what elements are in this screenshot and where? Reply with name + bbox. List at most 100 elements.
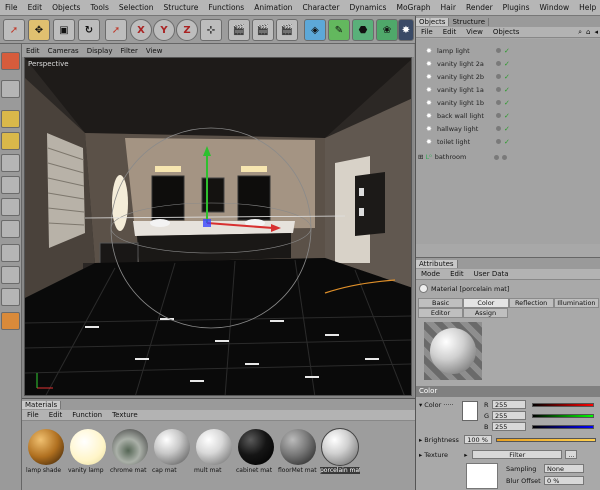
materials-menu-edit[interactable]: Edit	[44, 411, 68, 419]
menu-plugins[interactable]: Plugins	[498, 3, 535, 12]
list-item[interactable]: ✸ vanity light 1a ✓	[418, 84, 599, 96]
use-object-tool-button[interactable]	[1, 80, 20, 98]
rotate-tool-button[interactable]: ↻	[78, 19, 100, 41]
green-slider[interactable]	[532, 413, 594, 418]
menu-animation[interactable]: Animation	[249, 3, 297, 12]
list-item[interactable]: ✸ vanity light 1b ✓	[418, 97, 599, 109]
materials-menu-function[interactable]: Function	[67, 411, 107, 419]
attributes-menu-mode[interactable]: Mode	[416, 270, 445, 278]
add-spline-button[interactable]: ✎	[328, 19, 350, 41]
z-axis-button[interactable]: Z	[176, 19, 198, 41]
tab-assign[interactable]: Assign	[463, 308, 508, 318]
use-model-tool-button[interactable]	[1, 52, 20, 70]
blur-offset-field[interactable]: 0 %	[544, 476, 584, 485]
color-swatch[interactable]	[462, 401, 478, 421]
blue-slider[interactable]	[532, 424, 594, 429]
coordinate-system-button[interactable]: ⊹	[200, 19, 222, 41]
brightness-slider[interactable]	[496, 437, 597, 442]
material-preview[interactable]	[424, 322, 482, 380]
red-value-field[interactable]: 255	[492, 400, 526, 409]
menu-mograph[interactable]: MoGraph	[391, 3, 435, 12]
expand-icon[interactable]: ▸	[419, 451, 422, 459]
material-swatch[interactable]	[196, 429, 232, 465]
tab-basic[interactable]: Basic	[418, 298, 464, 308]
add-nurbs-button[interactable]: ⬣	[352, 19, 374, 41]
attributes-menu-userdata[interactable]: User Data	[469, 270, 514, 278]
attributes-menu-edit[interactable]: Edit	[445, 270, 469, 278]
tab-color[interactable]: Color	[463, 298, 509, 308]
list-item[interactable]: ✸ hallway light ✓	[418, 123, 599, 135]
menu-edit[interactable]: Edit	[23, 3, 48, 12]
dropdown-arrow-icon[interactable]: ▸	[464, 451, 470, 459]
material-swatch[interactable]	[154, 429, 190, 465]
material-swatch[interactable]	[70, 429, 106, 465]
menu-render[interactable]: Render	[461, 3, 498, 12]
live-select-tool-button[interactable]: ➚	[3, 19, 25, 41]
objects-menu-edit[interactable]: Edit	[438, 28, 462, 36]
material-swatch[interactable]	[280, 429, 316, 465]
material-swatch[interactable]	[112, 429, 148, 465]
render-settings-button[interactable]: 🎬	[276, 19, 298, 41]
expand-icon[interactable]: ▾	[419, 401, 422, 409]
material-swatch-selected[interactable]	[321, 428, 359, 466]
menu-hair[interactable]: Hair	[436, 3, 461, 12]
render-view-button[interactable]: 🎬	[228, 19, 250, 41]
search-icon[interactable]: ⌕	[576, 28, 584, 37]
add-cube-button[interactable]: ◈	[304, 19, 326, 41]
viewport-menu-filter[interactable]: Filter	[117, 47, 142, 55]
recent-tool-button[interactable]: ➚	[105, 19, 127, 41]
home-icon[interactable]: ⌂	[584, 28, 592, 36]
expand-icon[interactable]: ▸	[419, 436, 422, 444]
y-axis-button[interactable]: Y	[153, 19, 175, 41]
menu-file[interactable]: File	[0, 3, 23, 12]
texture-preview[interactable]	[466, 463, 498, 489]
tab-illumination[interactable]: Illumination	[553, 298, 599, 308]
brightness-value-field[interactable]: 100 %	[464, 435, 493, 444]
list-item[interactable]: ✸ vanity light 2b ✓	[418, 71, 599, 83]
snap-tool-button[interactable]	[1, 244, 20, 262]
scale-tool-button[interactable]: ▣	[53, 19, 75, 41]
menu-functions[interactable]: Functions	[203, 3, 249, 12]
filter-button[interactable]: Filter	[472, 450, 563, 459]
polygons-tool-button[interactable]	[1, 198, 20, 216]
menu-tools[interactable]: Tools	[85, 3, 113, 12]
add-light-button[interactable]: ✸	[398, 19, 414, 41]
move-tool-button[interactable]: ✥	[28, 19, 50, 41]
add-array-button[interactable]: ❀	[376, 19, 398, 41]
list-item[interactable]: ✸ lamp light ✓	[418, 45, 599, 57]
edges-tool-button[interactable]	[1, 176, 20, 194]
objects-menu-objects[interactable]: Objects	[488, 28, 524, 36]
menu-window[interactable]: Window	[535, 3, 575, 12]
sampling-dropdown[interactable]: None	[544, 464, 584, 473]
workplane-tool-button[interactable]	[1, 266, 20, 284]
tab-objects[interactable]: Objects	[416, 17, 450, 26]
viewport-menu-cameras[interactable]: Cameras	[44, 47, 83, 55]
tab-structure[interactable]: Structure	[449, 17, 490, 26]
menu-objects[interactable]: Objects	[47, 3, 85, 12]
material-swatch[interactable]	[238, 429, 274, 465]
list-item[interactable]: ✸ toilet light ✓	[418, 136, 599, 148]
use-texture-tool-button[interactable]	[1, 110, 20, 128]
viewport-menu-view[interactable]: View	[142, 47, 167, 55]
viewport-menu-display[interactable]: Display	[83, 47, 117, 55]
material-swatch[interactable]	[28, 429, 64, 465]
grid-tool-button[interactable]	[1, 288, 20, 306]
perspective-viewport[interactable]: Perspective	[24, 57, 412, 396]
list-item[interactable]: ⊞ L⁰ bathroom	[416, 151, 597, 163]
expand-icon[interactable]: ⊞	[418, 153, 423, 161]
tweak-tool-button[interactable]	[1, 220, 20, 238]
menu-structure[interactable]: Structure	[159, 3, 204, 12]
objects-menu-view[interactable]: View	[461, 28, 488, 36]
tab-reflection[interactable]: Reflection	[508, 298, 554, 308]
back-icon[interactable]: ◂	[592, 28, 600, 36]
menu-dynamics[interactable]: Dynamics	[344, 3, 391, 12]
render-picture-viewer-button[interactable]: 🎬	[252, 19, 274, 41]
objects-menu-file[interactable]: File	[416, 28, 438, 36]
x-axis-button[interactable]: X	[130, 19, 152, 41]
menu-character[interactable]: Character	[297, 3, 344, 12]
use-axis-tool-button[interactable]	[1, 132, 20, 150]
materials-menu-file[interactable]: File	[22, 411, 44, 419]
red-slider[interactable]	[532, 402, 594, 407]
viewport-menu-edit[interactable]: Edit	[22, 47, 44, 55]
menu-selection[interactable]: Selection	[114, 3, 159, 12]
